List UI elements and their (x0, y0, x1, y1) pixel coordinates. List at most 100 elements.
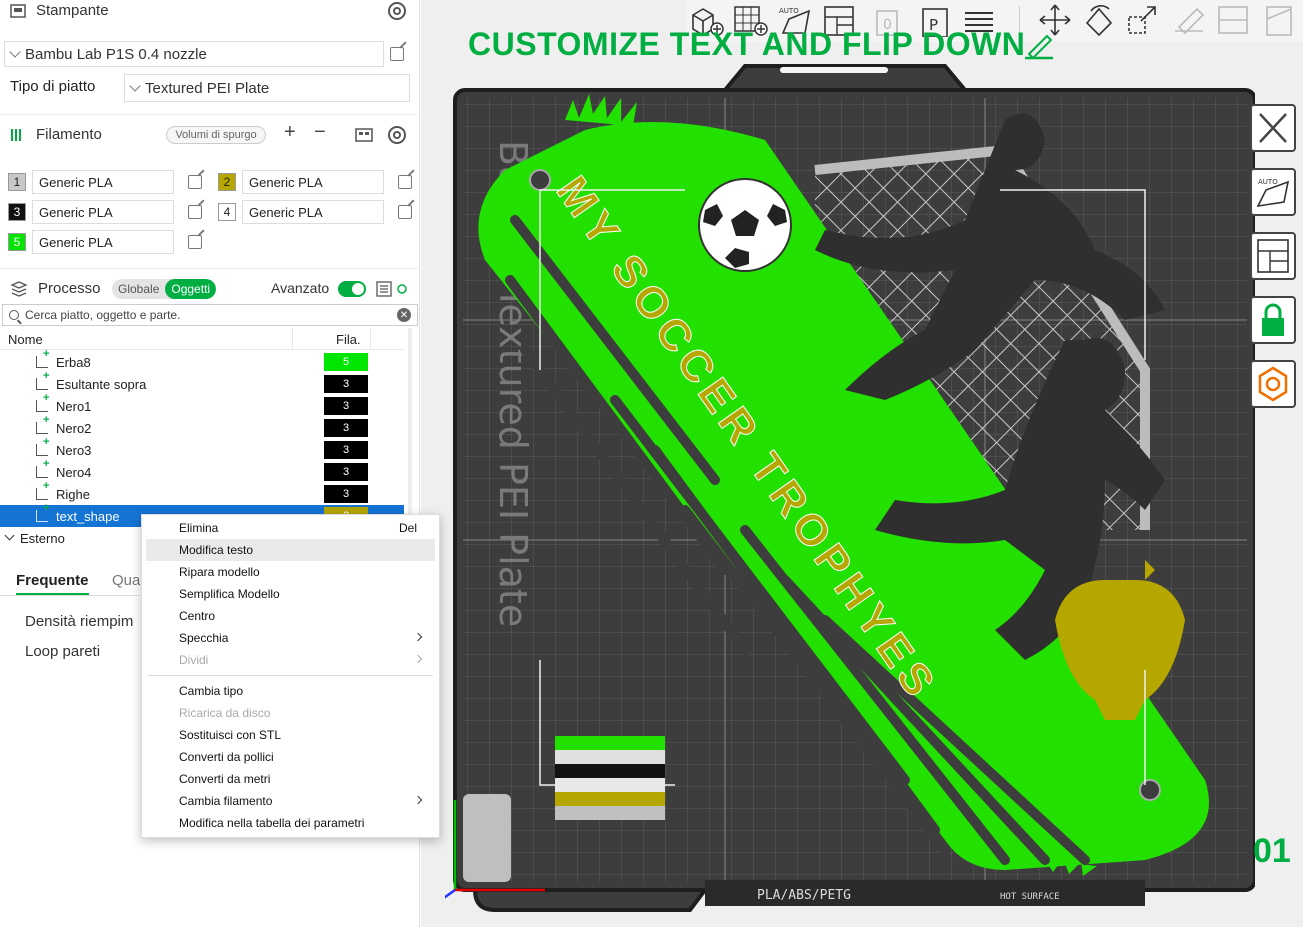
edit-filament-3-icon[interactable] (188, 205, 202, 219)
3d-viewport[interactable]: AUTO 0 P CUSTOMIZE TEXT AND FLIP DOWN Ba… (421, 0, 1303, 927)
close-plate-button[interactable] (1250, 104, 1296, 152)
filament-badge[interactable]: 3 (324, 463, 368, 481)
edit-filament-1-icon[interactable] (188, 175, 202, 189)
prime-tower[interactable] (555, 736, 665, 820)
filament-slot-4[interactable]: 4 (218, 203, 236, 221)
tree-row-nero3[interactable]: Nero3 3 (0, 436, 404, 461)
advanced-switch[interactable] (338, 281, 366, 297)
toggle-objects[interactable]: Oggetti (165, 279, 217, 299)
menu-item-convert-from-meters[interactable]: Converti da metri (146, 768, 435, 790)
arrange-plate-button[interactable] (1250, 232, 1296, 280)
filament-slot-1[interactable]: 1 (8, 173, 26, 191)
toggle-global[interactable]: Globale (112, 279, 165, 299)
menu-item-simplify-model[interactable]: Semplifica Modello (146, 583, 435, 605)
menu-item-label: Ricarica da disco (179, 706, 271, 720)
menu-item-label: Sostituisci con STL (179, 728, 282, 742)
filament-name-3[interactable]: Generic PLA (32, 200, 174, 224)
chevron-right-icon (413, 795, 423, 805)
auto-orient-plate-button[interactable]: AUTO (1250, 168, 1296, 216)
tree-row-esultante-sopra[interactable]: Esultante sopra 3 (0, 370, 404, 395)
filament-name-1[interactable]: Generic PLA (32, 170, 174, 194)
object-search-field[interactable]: Cerca piatto, oggetto e parte. ✕ (2, 304, 418, 326)
remove-filament-button[interactable]: − (314, 121, 326, 144)
plate-type-select[interactable]: Textured PEI Plate (124, 74, 410, 102)
scale-tool-icon[interactable] (1125, 3, 1161, 37)
tree-row-nero2[interactable]: Nero2 3 (0, 414, 404, 439)
filament-slot-2[interactable]: 2 (218, 173, 236, 191)
filament-settings-gear-icon[interactable] (388, 126, 406, 144)
plate-settings-button[interactable] (1250, 360, 1296, 408)
menu-item-label: Specchia (179, 631, 229, 645)
menu-item-change-filament[interactable]: Cambia filamento (146, 790, 435, 812)
menu-item-repair-model[interactable]: Ripara modello (146, 561, 435, 583)
tree-row-label: text_shape (56, 508, 120, 524)
menu-item-delete[interactable]: Elimina Del (146, 517, 435, 539)
printer-model-value: Bambu Lab P1S 0.4 nozzle (25, 45, 207, 63)
tree-row-label: Erba8 (56, 354, 91, 370)
filament-name-4[interactable]: Generic PLA (242, 200, 384, 224)
plate-number[interactable]: 01 (1253, 832, 1291, 871)
lock-plate-button[interactable] (1250, 296, 1296, 344)
filament-slot-3[interactable]: 3 (8, 203, 26, 221)
menu-item-label: Cambia tipo (179, 684, 244, 698)
edit-filament-2-icon[interactable] (398, 175, 412, 189)
menu-item-label: Converti da pollici (179, 750, 274, 764)
tree-col-name[interactable]: Nome (8, 332, 43, 347)
sync-filament-icon[interactable] (355, 126, 373, 144)
clear-search-icon[interactable]: ✕ (397, 308, 411, 322)
filament-badge[interactable]: 3 (324, 419, 368, 437)
menu-item-change-type[interactable]: Cambia tipo (146, 680, 435, 702)
add-filament-button[interactable]: + (284, 121, 296, 144)
filament-badge[interactable]: 3 (324, 375, 368, 393)
menu-separator (148, 675, 433, 676)
tree-row-nero4[interactable]: Nero4 3 (0, 458, 404, 483)
tree-row-erba8[interactable]: Erba8 5 (0, 348, 404, 373)
variable-layer-icon[interactable] (1261, 3, 1297, 37)
process-list-icons[interactable] (376, 281, 412, 297)
menu-item-mirror[interactable]: Specchia (146, 627, 435, 649)
pencil-icon (1025, 34, 1053, 60)
printer-model-select[interactable]: Bambu Lab P1S 0.4 nozzle (4, 41, 384, 67)
svg-text:AUTO: AUTO (1258, 178, 1278, 186)
part-icon (36, 414, 49, 434)
cut-tool-icon[interactable] (1215, 3, 1251, 37)
purge-volumes-button[interactable]: Volumi di spurgo (166, 126, 266, 144)
filament-badge[interactable]: 3 (324, 441, 368, 459)
menu-item-edit-text[interactable]: Modifica testo (146, 539, 435, 561)
settings-tabs: Frequente Qua (0, 566, 140, 596)
menu-item-label: Converti da metri (179, 772, 271, 786)
menu-item-reload-from-disk: Ricarica da disco (146, 702, 435, 724)
printer-settings-gear-icon[interactable] (388, 2, 406, 20)
tree-col-fila[interactable]: Fila. (336, 332, 361, 347)
menu-item-label: Elimina (179, 521, 219, 535)
filament-name-2[interactable]: Generic PLA (242, 170, 384, 194)
plate-material-label: PLA/ABS/PETG (757, 888, 851, 903)
rotate-tool-icon[interactable] (1081, 3, 1117, 37)
edit-filament-5-icon[interactable] (188, 235, 202, 249)
filament-section-title: Filamento (36, 126, 102, 143)
lay-on-face-icon[interactable] (1171, 3, 1207, 37)
edit-printer-icon[interactable] (390, 47, 404, 61)
filament-slot-5[interactable]: 5 (8, 233, 26, 251)
search-icon (9, 310, 19, 320)
tree-row-righe[interactable]: Righe 3 (0, 480, 404, 505)
filament-badge[interactable]: 3 (324, 485, 368, 503)
edit-filament-4-icon[interactable] (398, 205, 412, 219)
canvas-headline: CUSTOMIZE TEXT AND FLIP DOWN (468, 26, 1026, 62)
tab-frequente[interactable]: Frequente (16, 572, 89, 595)
menu-item-convert-from-inches[interactable]: Converti da pollici (146, 746, 435, 768)
filament-badge[interactable]: 5 (324, 353, 368, 371)
menu-item-replace-with-stl[interactable]: Sostituisci con STL (146, 724, 435, 746)
global-objects-toggle[interactable]: Globale Oggetti (112, 279, 217, 299)
menu-item-center[interactable]: Centro (146, 605, 435, 627)
tree-scrollbar[interactable] (408, 328, 412, 538)
filament-name-5[interactable]: Generic PLA (32, 230, 174, 254)
tab-quality[interactable]: Qua (112, 572, 140, 589)
tree-row-nero1[interactable]: Nero1 3 (0, 392, 404, 417)
menu-item-edit-in-parameter-table[interactable]: Modifica nella tabella dei parametri (146, 812, 435, 834)
build-plate[interactable]: Bambu Textured PEI Plate MY SOCCER TROPH… (445, 60, 1255, 912)
tree-row-label: Nero3 (56, 442, 92, 458)
filament-badge[interactable]: 3 (324, 397, 368, 415)
process-icon (10, 281, 28, 297)
chevron-down-icon (129, 80, 141, 92)
